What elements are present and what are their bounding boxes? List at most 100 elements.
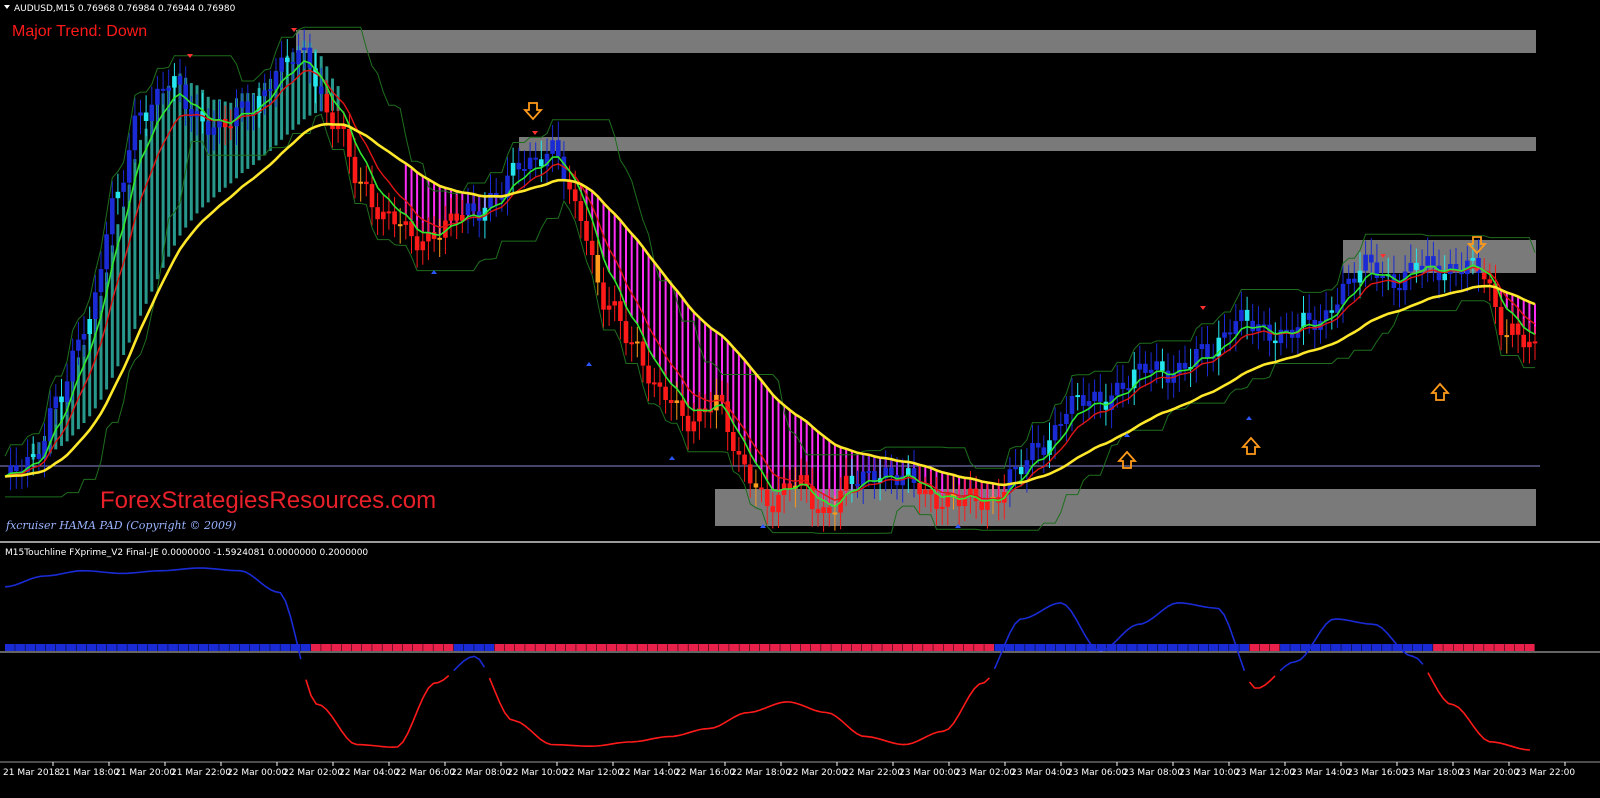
oscillator-state-bar (341, 644, 352, 651)
candle-body (138, 112, 143, 116)
candle-body (866, 471, 872, 473)
oscillator-state-bar (1259, 644, 1270, 651)
candle-body (646, 365, 651, 384)
candle-body (1504, 335, 1510, 338)
time-tick-label: 23 Mar 18:00 (1403, 768, 1463, 778)
candle-body (1114, 382, 1120, 396)
candle-body (1481, 273, 1487, 280)
oscillator-state-bar (810, 644, 821, 651)
candle-body (663, 386, 668, 400)
oscillator-state-bar (637, 644, 648, 651)
candle-body (448, 213, 454, 221)
candle-body (652, 382, 657, 385)
oscillator-state-bar (719, 644, 729, 651)
cloud-bar (76, 357, 80, 430)
cloud-bar (608, 208, 611, 272)
oscillator-state-bar (402, 644, 413, 651)
oscillator-state-bar (749, 644, 760, 651)
cloud-bar (172, 77, 176, 246)
oscillator-state-bar (535, 644, 546, 651)
oscillator-state-bar (606, 644, 617, 651)
cloud-bar (822, 436, 825, 501)
oscillator-state-bar (708, 644, 719, 651)
candle-body (691, 421, 697, 432)
candle-body (939, 506, 945, 509)
oscillator-state-bar (1014, 644, 1025, 651)
candle-body (30, 454, 36, 457)
oscillator-state-bar (66, 644, 76, 651)
candle-body (1273, 340, 1278, 344)
resistance-zone (296, 30, 1536, 53)
oscillator-state-bar (1402, 644, 1413, 651)
candle-body (1340, 283, 1346, 305)
time-tick-label: 23 Mar 22:00 (1515, 768, 1575, 778)
candle-body (1052, 425, 1058, 441)
candle-body (1380, 275, 1385, 278)
candle-body (454, 213, 459, 221)
oscillator-state-bar (382, 644, 393, 651)
time-tick-label: 23 Mar 00:00 (899, 768, 959, 778)
candle-body (1222, 332, 1227, 338)
candle-body (1227, 332, 1233, 335)
oscillator-state-bar (392, 644, 403, 651)
candle-body (1397, 288, 1402, 291)
candle-body (115, 191, 121, 199)
oscillator-state-bar (321, 644, 331, 651)
candle-body (110, 198, 115, 235)
candle-body (285, 57, 290, 63)
oscillator-state-bar (576, 644, 586, 651)
oscillator-state-bar (555, 644, 566, 651)
oscillator-state-bar (413, 644, 423, 651)
oscillator-state-bar (923, 644, 933, 651)
oscillator-state-bar (56, 644, 66, 651)
candle-body (64, 381, 70, 402)
candle-body (606, 305, 612, 310)
oscillator-state-bar (249, 644, 260, 651)
candle-body (747, 464, 753, 484)
candle-body (1018, 467, 1024, 475)
candle-body (1035, 443, 1041, 448)
candle-body (855, 484, 860, 486)
oscillator-state-bar (1371, 644, 1382, 651)
oscillator-state-bar (892, 644, 903, 651)
oscillator-state-bar (5, 644, 15, 651)
oscillator-state-bar (566, 644, 576, 651)
candle-body (1431, 256, 1436, 266)
candle-body (1165, 370, 1171, 383)
oscillator-state-bar (1035, 644, 1046, 651)
candle-body (1374, 262, 1380, 278)
candle-body (539, 159, 544, 167)
indicator-credit: fxcruiser HAMA PAD (Copyright © 2009) (5, 519, 236, 532)
oscillator-state-bar (729, 644, 739, 651)
chart-canvas[interactable]: AUDUSD,M15 0.76968 0.76984 0.76944 0.769… (0, 0, 1600, 798)
candle-body (979, 501, 984, 510)
oscillator-state-bar (902, 644, 913, 651)
oscillator-state-bar (1524, 644, 1535, 651)
cloud-bar (647, 254, 650, 350)
candle-body (59, 396, 64, 403)
oscillator-state-bar (525, 644, 535, 651)
candle-body (731, 432, 736, 451)
candle-body (177, 76, 183, 85)
oscillator-state-bar (1331, 644, 1341, 651)
oscillator-state-bar (1494, 644, 1505, 651)
watermark-text: ForexStrategiesResources.com (100, 487, 436, 514)
oscillator-state-bar (627, 644, 637, 651)
time-tick-label: 22 Mar 22:00 (843, 768, 903, 778)
oscillator-state-bar (158, 644, 168, 651)
candle-body (98, 269, 104, 293)
candle-body (1148, 369, 1154, 373)
time-tick-label: 21 Mar 20:00 (115, 768, 175, 778)
oscillator-state-bar (1055, 644, 1066, 651)
chart-window[interactable]: AUDUSD,M15 0.76968 0.76984 0.76944 0.769… (0, 0, 1600, 798)
oscillator-state-bar (780, 644, 791, 651)
indicator-header: M15Touchline FXprime_V2 Final-JE 0.00000… (5, 548, 368, 558)
candle-body (375, 207, 380, 220)
oscillator-state-bar (372, 644, 382, 651)
candle-body (1414, 262, 1419, 270)
cloud-bar (771, 394, 774, 490)
oscillator-state-bar (453, 644, 464, 651)
oscillator-state-bar (127, 644, 138, 651)
candle-body (205, 121, 211, 135)
candle-body (1369, 254, 1374, 263)
